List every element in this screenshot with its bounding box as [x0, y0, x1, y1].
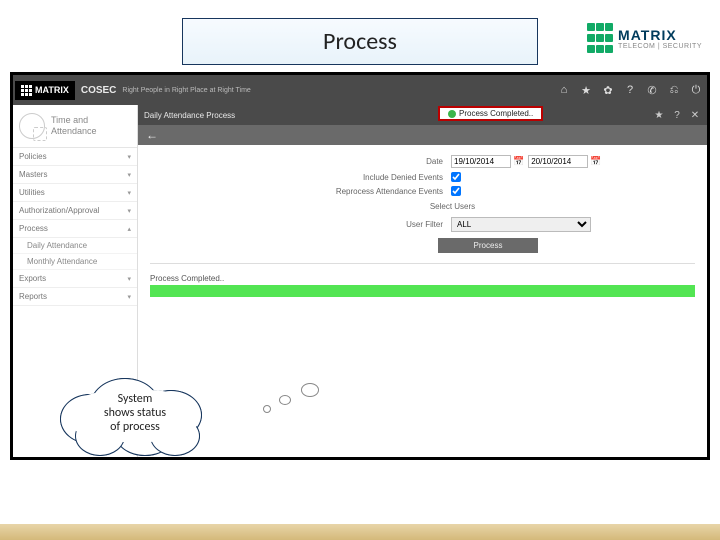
- sidebar-item-utilities[interactable]: Utilities▾: [13, 184, 137, 202]
- chevron-down-icon: ▾: [127, 275, 131, 283]
- callout-line1: System: [60, 392, 210, 406]
- phone-icon[interactable]: ✆: [641, 79, 663, 101]
- callout-cloud: System shows status of process: [60, 376, 210, 456]
- sidebar-module[interactable]: Time and Attendance: [13, 105, 137, 148]
- sidebar-sub-monthly[interactable]: Monthly Attendance: [13, 254, 137, 270]
- app-header: MATRIX COSEC Right People in Right Place…: [13, 75, 707, 105]
- reprocess-label: Reprocess Attendance Events: [328, 187, 443, 196]
- home-icon[interactable]: ⌂: [553, 79, 575, 101]
- status-badge: Process Completed..: [438, 106, 543, 121]
- module-label: Time and Attendance: [51, 115, 97, 137]
- reprocess-checkbox[interactable]: [451, 186, 461, 196]
- power-icon[interactable]: ⏻: [685, 79, 707, 101]
- chevron-down-icon: ▾: [127, 189, 131, 197]
- sidebar-item-reports[interactable]: Reports▾: [13, 288, 137, 306]
- brand-logo: MATRIX TELECOM | SECURITY: [586, 18, 702, 58]
- include-denied-label: Include Denied Events: [328, 173, 443, 182]
- app-logo: MATRIX: [15, 81, 75, 100]
- chevron-down-icon: ▾: [127, 293, 131, 301]
- sidebar-item-masters[interactable]: Masters▾: [13, 166, 137, 184]
- settings-icon[interactable]: ✿: [597, 79, 619, 101]
- chevron-down-icon: ▾: [127, 153, 131, 161]
- success-icon: [448, 110, 456, 118]
- callout-line3: of process: [60, 420, 210, 434]
- brand-sub: TELECOM | SECURITY: [618, 43, 702, 50]
- result-label: Process Completed..: [150, 274, 695, 283]
- chevron-down-icon: ▾: [127, 171, 131, 179]
- sidebar-item-exports[interactable]: Exports▾: [13, 270, 137, 288]
- close-icon[interactable]: ✕: [687, 107, 703, 123]
- back-icon[interactable]: ←: [146, 128, 158, 142]
- calendar-icon[interactable]: 📅: [513, 156, 524, 167]
- user-filter-label: User Filter: [328, 220, 443, 229]
- star-icon[interactable]: ★: [575, 79, 597, 101]
- date-to-input[interactable]: [528, 155, 588, 168]
- select-users-label: Select Users: [138, 202, 707, 211]
- favorite-icon[interactable]: ★: [651, 107, 667, 123]
- include-denied-checkbox[interactable]: [451, 172, 461, 182]
- product-name: COSEC: [81, 85, 117, 96]
- process-button[interactable]: Process: [438, 238, 538, 253]
- help-icon[interactable]: ?: [669, 107, 685, 123]
- brand-name: MATRIX: [618, 27, 702, 43]
- date-label: Date: [328, 157, 443, 166]
- breadcrumb-bar: Daily Attendance Process Process Complet…: [138, 105, 707, 125]
- page-title: Daily Attendance Process: [144, 111, 235, 120]
- user-filter-select[interactable]: ALL: [451, 217, 591, 232]
- clock-icon: [19, 113, 45, 139]
- progress-bar: [150, 285, 695, 297]
- product-tagline: Right People in Right Place at Right Tim…: [122, 87, 250, 94]
- sidebar-sub-daily[interactable]: Daily Attendance: [13, 238, 137, 254]
- date-from-input[interactable]: [451, 155, 511, 168]
- calendar-icon[interactable]: 📅: [590, 156, 601, 167]
- callout-line2: shows status: [60, 406, 210, 420]
- slide-footer-bar: [0, 524, 720, 540]
- chevron-up-icon: ▴: [127, 225, 131, 233]
- toolbar: ←: [138, 125, 707, 145]
- slide-title: Process: [182, 18, 538, 65]
- help-icon[interactable]: ?: [619, 79, 641, 101]
- sidebar-item-policies[interactable]: Policies▾: [13, 148, 137, 166]
- sync-icon[interactable]: ⎌: [663, 79, 685, 101]
- form-panel: Date 📅 📅 Include Denied Events Reprocess…: [138, 145, 707, 457]
- sidebar-item-process[interactable]: Process▴: [13, 220, 137, 238]
- sidebar-item-auth[interactable]: Authorization/Approval▾: [13, 202, 137, 220]
- chevron-down-icon: ▾: [127, 207, 131, 215]
